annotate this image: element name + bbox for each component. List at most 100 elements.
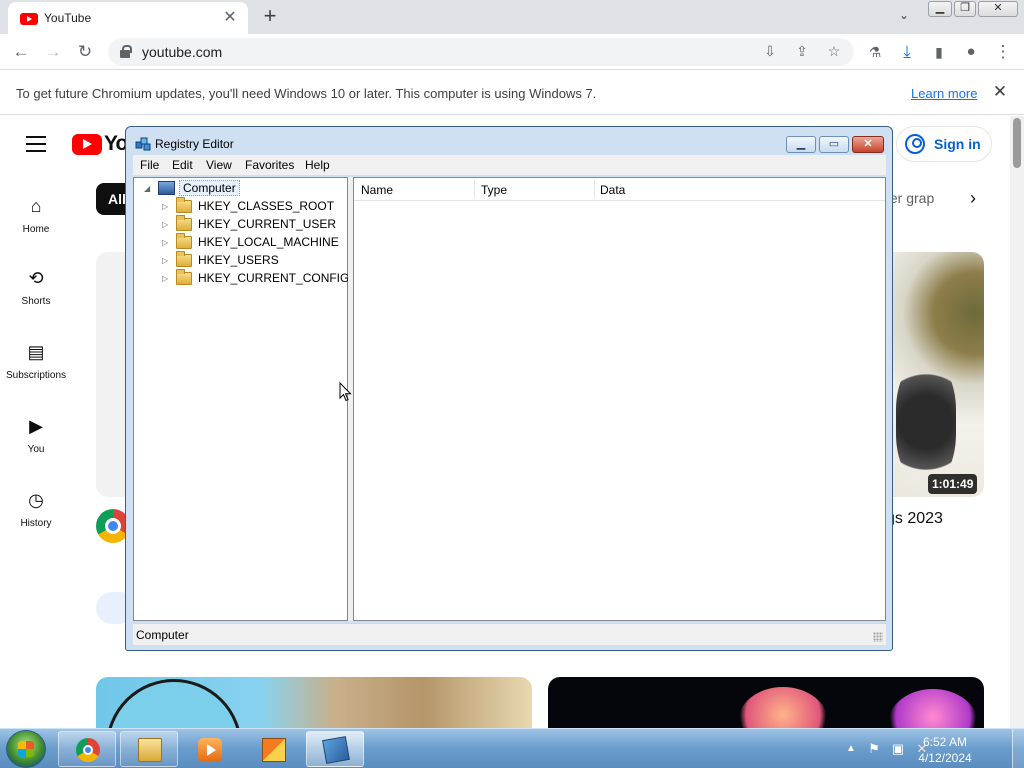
column-data[interactable]: Data <box>600 183 625 197</box>
menu-bar: File Edit View Favorites Help <box>133 155 886 175</box>
folder-icon <box>176 251 192 267</box>
taskbar-media-player-button[interactable] <box>180 731 238 767</box>
expand-triangle-icon[interactable]: ▷ <box>162 256 168 265</box>
forward-arrow-icon[interactable]: → <box>40 40 66 64</box>
windows-logo-icon <box>18 741 34 757</box>
account-circle-icon <box>905 134 925 154</box>
values-list[interactable]: Name Type Data <box>353 177 886 621</box>
tree-node-hkey-current-user[interactable]: ▷ HKEY_CURRENT_USER <box>162 215 346 234</box>
history-icon: ◷ <box>28 490 44 510</box>
video-thumbnail[interactable] <box>96 677 532 728</box>
side-panel-icon[interactable]: ▮ <box>926 40 952 64</box>
menu-favorites[interactable]: Favorites <box>245 158 294 172</box>
video-title[interactable]: gs 2023 <box>886 510 943 528</box>
window-minimize-button[interactable]: ▁ <box>928 1 952 17</box>
start-button[interactable] <box>6 730 46 768</box>
window-title: Registry Editor <box>155 137 234 151</box>
learn-more-link[interactable]: Learn more <box>911 86 977 101</box>
computer-icon <box>158 181 175 195</box>
folder-icon <box>176 269 192 285</box>
expand-triangle-icon[interactable]: ▷ <box>162 238 168 247</box>
menu-file[interactable]: File <box>140 158 159 172</box>
infobar-close-button[interactable]: ✕ <box>990 82 1010 102</box>
taskbar-chromium-button[interactable] <box>58 731 116 767</box>
collapse-triangle-icon[interactable]: ◢ <box>144 184 150 193</box>
tab-search-chevron-icon[interactable]: ⌄ <box>894 8 914 26</box>
taskbar-archiver-button[interactable] <box>244 731 302 767</box>
chip-partial[interactable]: ter grap <box>886 190 934 206</box>
clock-date[interactable]: 4/12/2024 <box>906 751 984 765</box>
media-player-icon <box>198 738 222 762</box>
sidebar-item-shorts[interactable]: ⟲ Shorts <box>0 266 72 307</box>
tab-youtube[interactable]: YouTube ✕ <box>8 2 248 34</box>
taskbar-regedit-button[interactable] <box>306 731 364 767</box>
video-duration-badge: 1:01:49 <box>928 474 978 494</box>
expand-triangle-icon[interactable]: ▷ <box>162 202 168 211</box>
clock-time[interactable]: 6:52 AM <box>906 735 984 749</box>
sign-in-button[interactable]: Sign in <box>896 126 992 162</box>
regedit-icon <box>322 736 350 764</box>
new-tab-button[interactable]: + <box>258 4 282 28</box>
tree-node-hkey-classes-root[interactable]: ▷ HKEY_CLASSES_ROOT <box>162 197 346 216</box>
back-arrow-icon[interactable]: ← <box>8 40 34 64</box>
network-icon[interactable]: ▣ <box>890 741 906 757</box>
tree-node-computer[interactable]: ◢ Computer <box>144 180 344 198</box>
address-url[interactable]: youtube.com <box>142 44 222 60</box>
tree-node-label: HKEY_CURRENT_CONFIG <box>198 271 350 285</box>
expand-triangle-icon[interactable]: ▷ <box>162 220 168 229</box>
downloads-icon[interactable]: ⤓ <box>894 40 920 64</box>
menu-edit[interactable]: Edit <box>172 158 193 172</box>
registry-tree[interactable]: ◢ Computer ▷ HKEY_CLASSES_ROOT ▷ HKEY_CU… <box>133 177 350 621</box>
action-center-flag-icon[interactable]: ⚑ <box>866 741 882 757</box>
column-divider[interactable] <box>594 180 595 198</box>
chromium-icon <box>76 738 100 762</box>
folder-icon <box>176 215 192 231</box>
regedit-minimize-button[interactable]: ▁ <box>786 136 816 153</box>
lock-icon[interactable] <box>120 45 132 58</box>
install-app-icon[interactable]: ⇩ <box>760 43 780 61</box>
column-name[interactable]: Name <box>361 183 393 197</box>
update-infobar: To get future Chromium updates, you'll n… <box>0 71 1024 115</box>
regedit-close-button[interactable]: ✕ <box>852 136 884 153</box>
share-icon[interactable]: ⇪ <box>792 43 812 61</box>
chips-next-chevron-icon[interactable]: › <box>970 188 990 208</box>
youtube-logo-icon[interactable] <box>72 134 102 155</box>
labs-flask-icon[interactable]: ⚗ <box>862 40 888 64</box>
window-close-button[interactable]: ✕ <box>978 1 1018 17</box>
regedit-maximize-button[interactable]: ▭ <box>819 136 849 153</box>
sign-in-label: Sign in <box>934 136 981 152</box>
browser-tab-strip: YouTube ✕ + ⌄ ▁ ❐ ✕ <box>0 0 1024 34</box>
expand-triangle-icon[interactable]: ▷ <box>162 274 168 283</box>
tree-node-hkey-local-machine[interactable]: ▷ HKEY_LOCAL_MACHINE <box>162 233 346 252</box>
column-type[interactable]: Type <box>481 183 507 197</box>
page-scrollbar[interactable] <box>1010 116 1024 728</box>
sidebar-item-you[interactable]: ▶ You <box>0 414 72 455</box>
menu-help[interactable]: Help <box>305 158 330 172</box>
address-bar[interactable]: youtube.com ⇩ ⇪ ☆ <box>108 38 854 66</box>
video-thumbnail[interactable] <box>886 252 984 497</box>
reload-icon[interactable]: ↻ <box>72 40 98 64</box>
resize-grip-icon[interactable] <box>873 632 883 642</box>
show-desktop-button[interactable] <box>1012 729 1024 768</box>
taskbar-explorer-button[interactable] <box>120 731 178 767</box>
profile-avatar-icon[interactable]: ● <box>958 40 984 64</box>
sidebar-item-history[interactable]: ◷ History <box>0 488 72 529</box>
tree-node-label: HKEY_CLASSES_ROOT <box>198 199 335 213</box>
tree-node-hkey-current-config[interactable]: ▷ HKEY_CURRENT_CONFIG <box>162 269 350 288</box>
sidebar-item-home[interactable]: ⌂ Home <box>0 194 72 235</box>
bookmark-star-icon[interactable]: ☆ <box>824 43 844 61</box>
sidebar-label: History <box>20 518 52 529</box>
menu-view[interactable]: View <box>206 158 232 172</box>
video-thumbnail[interactable] <box>548 677 984 728</box>
tree-node-hkey-users[interactable]: ▷ HKEY_USERS <box>162 251 346 270</box>
browser-menu-icon[interactable]: ⋮ <box>990 40 1016 64</box>
regedit-app-icon <box>135 137 151 151</box>
guide-menu-icon[interactable] <box>26 136 46 152</box>
show-hidden-icons-chevron-icon[interactable]: ▲ <box>846 743 856 754</box>
status-bar: Computer <box>133 623 886 645</box>
scrollbar-thumb[interactable] <box>1013 118 1021 168</box>
column-divider[interactable] <box>474 180 475 198</box>
tab-close-button[interactable]: ✕ <box>220 8 240 28</box>
sidebar-item-subscriptions[interactable]: ▤ Subscriptions <box>0 340 72 381</box>
window-restore-button[interactable]: ❐ <box>954 1 976 17</box>
